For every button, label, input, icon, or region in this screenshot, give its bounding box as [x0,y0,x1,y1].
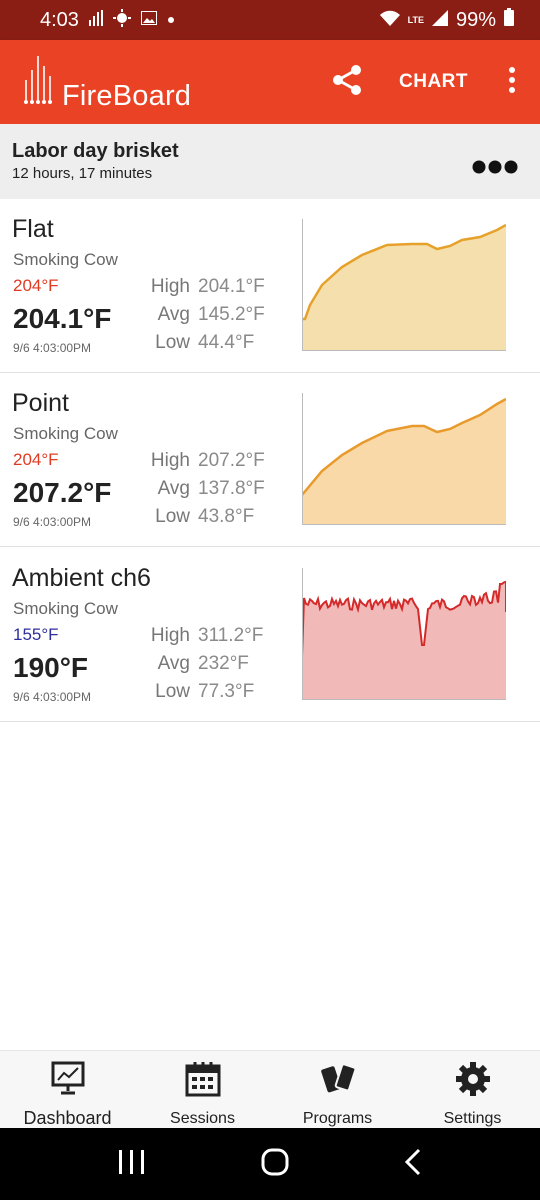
probe-device: Smoking Cow [13,599,118,618]
sun-icon [112,8,131,32]
stat-avg-value: 145.2°F [198,304,265,325]
probe-target-temp: 204°F [13,450,59,469]
probe-target-temp: 155°F [13,625,59,644]
stat-high-label: High [150,450,190,471]
stat-avg-label: Avg [157,478,190,499]
share-button[interactable] [317,52,377,112]
logo-flames-icon [24,54,56,111]
probe-timestamp: 9/6 4:03:00PM [13,690,92,704]
status-bar: 4:03 LTE 99% [0,0,540,40]
stat-high-value: 204.1°F [198,276,265,297]
temperature-sparkline [302,393,506,525]
battery-icon [504,8,514,32]
stat-avg-label: Avg [157,653,190,674]
app-bar: FireBoard CHART [0,40,540,124]
back-button[interactable] [404,1148,422,1181]
probe-device: Smoking Cow [13,250,118,269]
fireboard-logo: FireBoard [24,54,191,111]
image-icon [140,10,157,30]
nav-programs[interactable]: Programs [270,1051,405,1128]
more-vertical-icon [508,66,516,98]
stat-low-label: Low [155,332,190,353]
probe-stats: High 207.2°F Avg 137.8°F Low 43.8°F [140,447,290,531]
probe-stats: High 204.1°F Avg 145.2°F Low 44.4°F [140,273,290,357]
recent-apps-button[interactable] [118,1149,146,1180]
cards-icon [320,1061,356,1102]
probe-name: Point [12,389,69,417]
stat-avg-value: 137.8°F [198,478,265,499]
network-type: LTE [407,15,424,25]
status-time: 4:03 [40,8,79,31]
probe-row[interactable]: Point Smoking Cow 204°F 207.2°F 9/6 4:03:00P… [0,373,540,547]
nav-label-dashboard: Dashboard [23,1108,112,1128]
nav-settings[interactable]: Settings [405,1051,540,1128]
stat-high-label: High [150,276,190,297]
probe-current-temp: 190°F [13,652,89,683]
probe-current-temp: 207.2°F [13,477,112,508]
stat-low-value: 77.3°F [198,681,255,702]
probe-target-temp: 204°F [13,276,59,295]
cell-signal-icon [431,9,448,32]
signal-bars-icon [88,9,103,31]
temperature-sparkline [302,568,506,700]
probe-stats: High 311.2°F Avg 232°F Low 77.3°F [140,622,290,706]
session-header[interactable]: Labor day brisket 12 hours, 17 minutes [0,124,540,199]
calendar-icon [185,1061,221,1102]
probe-device: Smoking Cow [13,424,118,443]
probe-current-temp: 204.1°F [13,303,112,334]
bottom-navigation: Dashboard Sessions Programs Settings [0,1050,540,1128]
probe-timestamp: 9/6 4:03:00PM [13,341,92,355]
stat-low-value: 43.8°F [198,506,255,527]
probe-row[interactable]: Ambient ch6 Smoking Cow 155°F 190°F 9/6 4:03… [0,548,540,722]
stat-high-label: High [150,625,190,646]
session-more-icon[interactable] [472,144,518,180]
share-icon [332,64,362,101]
overflow-menu-button[interactable] [492,52,532,112]
dashboard-icon [51,1061,85,1100]
probe-timestamp: 9/6 4:03:00PM [13,515,92,529]
chart-button[interactable]: CHART [399,71,468,93]
system-navigation-bar [0,1128,540,1200]
stat-low-label: Low [155,506,190,527]
probe-name: Flat [12,215,54,243]
gear-icon [455,1061,491,1102]
stat-avg-value: 232°F [198,653,249,674]
temperature-sparkline [302,219,506,351]
nav-sessions[interactable]: Sessions [135,1051,270,1128]
wifi-icon [379,9,400,32]
logo-text: FireBoard [62,79,192,112]
session-title: Labor day brisket [12,140,179,162]
stat-high-value: 207.2°F [198,450,265,471]
stat-low-label: Low [155,681,190,702]
session-duration: 12 hours, 17 minutes [12,165,153,182]
probe-name: Ambient ch6 [12,564,151,592]
notification-dot-icon [167,11,175,29]
battery-percent: 99% [455,8,496,31]
stat-high-value: 311.2°F [198,625,264,646]
nav-label-programs: Programs [302,1110,373,1127]
stat-low-value: 44.4°F [198,332,255,353]
stat-avg-label: Avg [157,304,190,325]
probe-row[interactable]: Flat Smoking Cow 204°F 204.1°F 9/6 4:03:00PM… [0,199,540,373]
nav-label-sessions: Sessions [170,1110,235,1127]
home-button[interactable] [261,1148,289,1181]
nav-label-settings: Settings [443,1110,502,1127]
nav-dashboard[interactable]: Dashboard [0,1051,135,1128]
